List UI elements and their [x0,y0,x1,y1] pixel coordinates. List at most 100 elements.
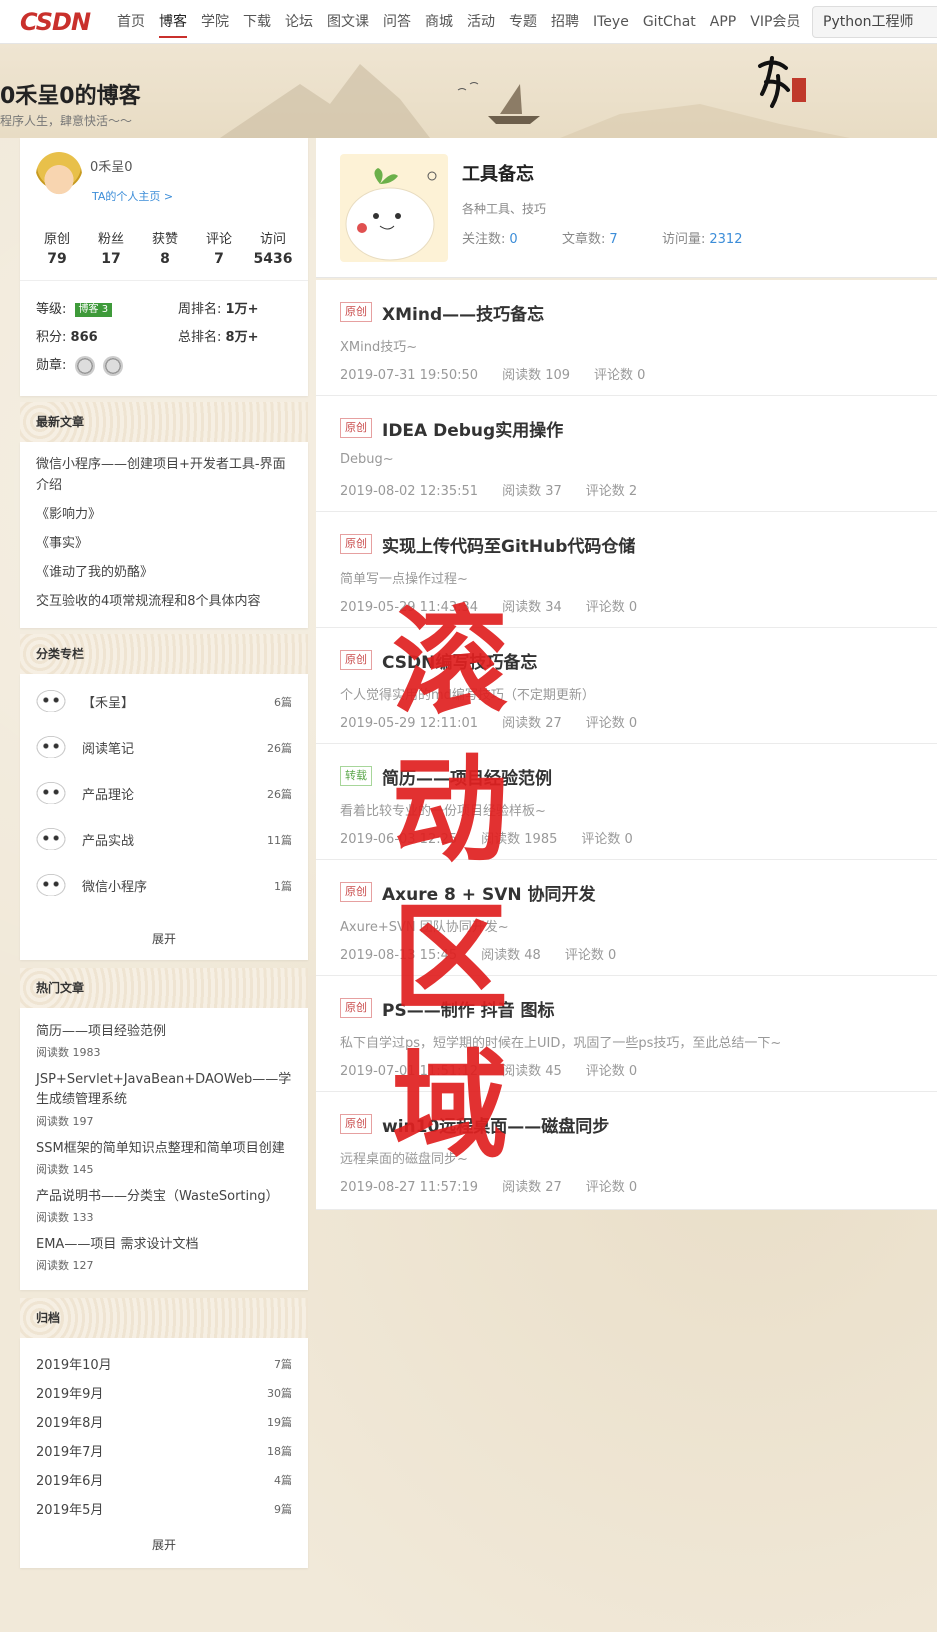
archive-expand-button[interactable]: 展开 [20,1536,308,1553]
hot-heading: 热门文章 [20,968,308,1008]
category-item[interactable]: 微信小程序 1篇 [20,870,308,900]
hot-article-views: 阅读数 1983 [36,1046,101,1059]
archive-item[interactable]: 2019年9月 30篇 [36,1383,292,1402]
archive-item[interactable]: 2019年6月 4篇 [36,1470,292,1489]
nav-item-blog[interactable]: 博客 [152,0,194,44]
hot-article-views: 阅读数 133 [36,1211,94,1224]
stat-value: 8 [160,251,170,267]
article-date: 2019-06-03 12:25 [340,832,458,847]
latest-item[interactable]: 微信小程序——创建项目+开发者工具-界面介绍 [36,454,292,496]
hot-article-title[interactable]: JSP+Servlet+JavaBean+DAOWeb——学生成绩管理系统 [36,1070,296,1110]
categories-expand-button[interactable]: 展开 [20,930,308,947]
hot-article-title[interactable]: 简历——项目经验范例 [36,1022,296,1042]
stat-likes[interactable]: 获赞 8 [138,228,192,267]
nav-item-iteye[interactable]: ITeye [586,0,636,44]
article-item[interactable]: 原创 Axure 8 + SVN 协同开发 Axure+SVN 团队协同开发~ … [316,860,937,976]
profile-name[interactable]: 0禾呈0 [90,156,133,175]
nav-item-course[interactable]: 图文课 [320,0,376,44]
category-item[interactable]: 阅读笔记 26篇 [20,732,308,762]
article-comments: 评论数 0 [564,948,617,963]
article-meta: 2019-08-27 11:57:19 阅读数 27 评论数 0 [340,1176,661,1195]
article-meta: 2019-05-29 11:43:34 阅读数 34 评论数 0 [340,596,661,615]
nav-item-academy[interactable]: 学院 [194,0,236,44]
archive-item[interactable]: 2019年7月 18篇 [36,1441,292,1460]
categories-heading: 分类专栏 [20,634,308,674]
hot-article-title[interactable]: EMA——项目 需求设计文档 [36,1235,296,1255]
article-item[interactable]: 原创 win10远程桌面——磁盘同步 远程桌面的磁盘同步~ 2019-08-27… [316,1092,937,1210]
category-item[interactable]: 产品理论 26篇 [20,778,308,808]
article-title[interactable]: Axure 8 + SVN 协同开发 [382,880,596,905]
nav-item-home[interactable]: 首页 [110,0,152,44]
level-label: 等级: [36,302,67,317]
article-title[interactable]: CSDN编写技巧备忘 [382,648,537,673]
stat-label: 访问 [259,232,286,247]
article-title[interactable]: XMind——技巧备忘 [382,300,544,325]
search-input[interactable]: Python工程师 [812,6,937,38]
medal-icon[interactable] [102,355,123,376]
latest-item[interactable]: 《影响力》 [36,504,292,525]
article-views: 阅读数 48 [481,948,541,963]
hot-article-title[interactable]: 产品说明书——分类宝（WasteSorting） [36,1187,296,1207]
nav-item-vip[interactable]: VIP会员 [743,0,807,44]
nav-item-events[interactable]: 活动 [460,0,502,44]
nav-item-mall[interactable]: 商城 [418,0,460,44]
nav-item-app[interactable]: APP [703,0,743,44]
article-date: 2019-08-27 11:57:19 [340,1180,479,1195]
article-title[interactable]: PS——制作 抖音 图标 [382,996,555,1021]
article-item[interactable]: 原创 PS——制作 抖音 图标 私下自学过ps，短学期的时候在上UID，巩固了一… [316,976,937,1092]
category-item[interactable]: 【禾呈】 6篇 [20,686,308,716]
article-title[interactable]: 简历——项目经验范例 [382,764,552,789]
profile-card: 0禾呈0 TA的个人主页 > 原创 79 粉丝 17 获赞 8 评论 7 访问 … [20,138,308,396]
article-item[interactable]: 原创 XMind——技巧备忘 XMind技巧~ 2019-07-31 19:50… [316,280,937,396]
category-name: 产品理论 [82,788,135,803]
article-type-tag: 原创 [340,998,372,1018]
article-title[interactable]: IDEA Debug实用操作 [382,416,563,441]
article-type-tag: 原创 [340,534,372,554]
nav-item-download[interactable]: 下载 [236,0,278,44]
points-value: 866 [70,330,98,345]
nav-item-jobs[interactable]: 招聘 [544,0,586,44]
article-views: 阅读数 109 [502,368,571,383]
article-title[interactable]: win10远程桌面——磁盘同步 [382,1112,609,1137]
archive-item[interactable]: 2019年8月 19篇 [36,1412,292,1431]
article-type-tag: 原创 [340,302,372,322]
article-meta: 2019-08-13 15:45 阅读数 48 评论数 0 [340,944,640,963]
stat-comments[interactable]: 评论 7 [192,228,246,267]
column-follow-label: 关注数: [462,232,506,247]
article-item[interactable]: 原创 IDEA Debug实用操作 Debug~ 2019-08-02 12:3… [316,396,937,512]
nav-item-qa[interactable]: 问答 [376,0,418,44]
archive-item[interactable]: 2019年10月 7篇 [36,1354,292,1373]
article-comments: 评论数 0 [581,832,633,847]
latest-item[interactable]: 《事实》 [36,533,292,554]
latest-item[interactable]: 《谁动了我的奶酪》 [36,562,292,583]
blog-subtitle: 程序人生，肆意快活～～ [0,114,133,128]
article-description: 个人觉得实用的md编写技巧（不定期更新） [340,688,595,703]
archive-item[interactable]: 2019年5月 9篇 [36,1499,292,1518]
stat-visits[interactable]: 访问 5436 [246,228,300,267]
nav-item-topics[interactable]: 专题 [502,0,544,44]
nav-item-forum[interactable]: 论坛 [278,0,320,44]
article-title[interactable]: 实现上传代码至GitHub代码仓储 [382,532,635,557]
article-meta: 2019-06-03 12:25 阅读数 1985 评论数 0 [340,828,657,847]
avatar[interactable] [36,152,82,198]
article-description: XMind技巧~ [340,340,418,355]
archive-heading: 归档 [20,1298,308,1338]
profile-home-link[interactable]: TA的个人主页 > [92,188,173,204]
total-rank-value: 8万+ [225,330,259,345]
week-rank-label: 周排名: [178,302,222,317]
archive-count: 4篇 [274,1474,292,1487]
latest-item[interactable]: 交互验收的4项常规流程和8个具体内容 [36,591,292,612]
medal-icon[interactable] [74,355,95,376]
stat-label: 获赞 [151,232,178,247]
article-item[interactable]: 转载 简历——项目经验范例 看着比较专业的一份项目经验样板~ 2019-06-0… [316,744,937,860]
stat-original[interactable]: 原创 79 [30,228,84,267]
level-badge[interactable]: 博客 3 [74,302,113,317]
csdn-logo[interactable]: CSDN [0,0,110,44]
stat-fans[interactable]: 粉丝 17 [84,228,138,267]
nav-item-gitchat[interactable]: GitChat [636,0,703,44]
article-item[interactable]: 原创 实现上传代码至GitHub代码仓储 简单写一点操作过程~ 2019-05-… [316,512,937,628]
category-item[interactable]: 产品实战 11篇 [20,824,308,854]
hot-article-title[interactable]: SSM框架的简单知识点整理和简单项目创建 [36,1139,296,1159]
article-item[interactable]: 原创 CSDN编写技巧备忘 个人觉得实用的md编写技巧（不定期更新） 2019-… [316,628,937,744]
archive-count: 30篇 [267,1387,292,1400]
